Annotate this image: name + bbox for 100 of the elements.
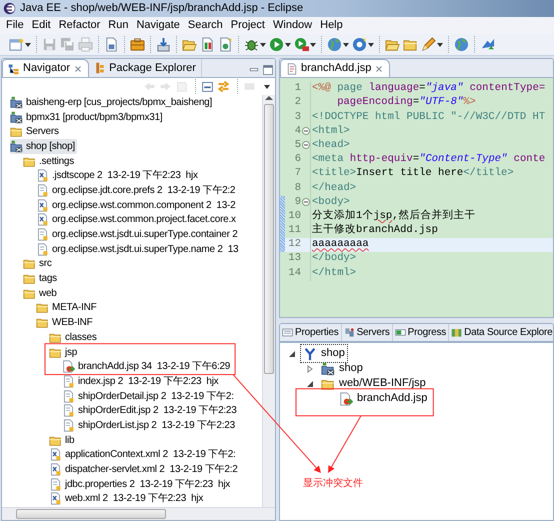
fold-icon[interactable] (302, 141, 310, 150)
fold-icon[interactable] (302, 198, 310, 206)
conflict-file-icon (62, 360, 75, 374)
window-title: Java EE - shop/web/WEB-INF/jsp/branchAdd.jsp - Eclipse (20, 1, 304, 16)
line-number: 14 (287, 266, 301, 281)
toolbar-button[interactable] (326, 36, 350, 53)
toolbar-button[interactable] (420, 36, 444, 53)
code-line: pageEncoding="UTF-8"%> (310, 96, 476, 110)
folder-icon (23, 257, 36, 270)
scroll-up-icon[interactable] (265, 95, 273, 101)
tree-item[interactable]: branchAdd.jsp 34 13-2-19 下午6:29 (62, 359, 232, 374)
menu-item[interactable]: Refactor (54, 18, 104, 33)
menu-item[interactable]: File (2, 18, 28, 33)
menu-item[interactable]: Run (104, 18, 132, 33)
xml-file-icon (36, 169, 49, 182)
menu-item[interactable]: Edit (28, 18, 55, 33)
tree-item[interactable]: shop [shop] (10, 139, 77, 154)
view-tab[interactable]: Data Source Explore (449, 324, 553, 341)
code-line: 分支添加1个jsp,然后合并到主干 (310, 210, 476, 224)
line-number: 10 (287, 208, 301, 224)
tree-item[interactable]: org.eclipse.wst.jsdt.ui.superType.container 2 (36, 227, 240, 242)
view-tab[interactable]: Package Explorer (89, 59, 202, 77)
tree-item[interactable]: tags (23, 271, 59, 286)
tree-item[interactable]: bpmx31 [product/bpm3/bpmx31] (10, 110, 164, 124)
back-icon (143, 80, 156, 93)
scrollbar-thumb[interactable] (264, 104, 274, 374)
file-icon (36, 242, 49, 256)
tree-item[interactable]: Servers (10, 124, 61, 140)
file-icon (49, 478, 62, 491)
arrow (328, 415, 362, 473)
tree-item[interactable]: org.eclipse.wst.common.component 2 13-2 (36, 198, 238, 212)
menu-item[interactable]: Help (316, 18, 347, 33)
menu-item[interactable]: Project (226, 18, 269, 33)
tree-item[interactable]: index.jsp 2 13-2-19 下午2:23 hjx (62, 374, 220, 389)
tree-item[interactable]: WEB-INF (36, 315, 94, 330)
package-icon (94, 62, 106, 74)
tree-item[interactable]: jdbc.properties 2 13-2-19 下午2:23 hjx (49, 476, 232, 492)
expand-icon[interactable] (306, 364, 314, 372)
menu-item[interactable]: Search (184, 18, 227, 33)
xml-file-icon (36, 198, 49, 212)
view-tab[interactable]: Progress (392, 324, 450, 341)
link-icon (217, 80, 230, 93)
menu-item[interactable]: Navigate (132, 18, 184, 33)
line-number: 8 (294, 180, 301, 196)
tree-item[interactable]: shipOrderEdit.jsp 2 13-2-19 下午2:23 (62, 403, 239, 418)
code-line: <body> (310, 196, 350, 210)
tree-item[interactable]: lib (49, 432, 76, 448)
line-number: 3 (294, 110, 301, 125)
tree-item[interactable]: classes (49, 330, 99, 345)
code-line: <head> (310, 138, 350, 153)
collapse-icon[interactable] (288, 350, 296, 358)
line-number: 4 (294, 124, 301, 139)
line-number: 1 (294, 81, 301, 96)
tree-item[interactable]: META-INF (36, 300, 98, 316)
scrollbar-thumb[interactable] (16, 509, 166, 519)
fold-icon[interactable] (302, 127, 310, 136)
xml-file-icon (49, 463, 62, 476)
tree-item[interactable]: .settings (23, 154, 76, 168)
project-icon (10, 110, 23, 124)
code-line: </html> (310, 266, 356, 281)
toolbar-button[interactable] (200, 79, 215, 94)
toolbar-button[interactable] (351, 36, 375, 53)
tree-item[interactable]: shop (300, 344, 348, 363)
tree-item[interactable]: jsp (49, 344, 80, 360)
maximize-button[interactable] (261, 63, 275, 77)
toolbar-button[interactable] (268, 36, 292, 53)
file-icon (62, 390, 75, 403)
xml-file-icon (49, 448, 62, 462)
collapse-icon[interactable] (306, 380, 314, 388)
view-tab[interactable]: Navigator (2, 59, 90, 77)
toolbar-button[interactable] (293, 36, 317, 53)
code-line: </head> (310, 181, 356, 196)
project-icon (321, 362, 335, 376)
editor-tab[interactable]: branchAdd.jsp (280, 59, 390, 77)
view-menu-button[interactable] (263, 84, 271, 90)
tree-item[interactable]: baisheng-erp [cus_projects/bpmx_baisheng] (10, 95, 214, 110)
line-number: 6 (294, 152, 301, 168)
close-icon[interactable] (73, 64, 84, 74)
tree-item[interactable]: org.eclipse.jdt.core.prefs 2 13-2-19 下午2:2 (36, 183, 238, 198)
branch-icon (303, 346, 317, 360)
line-number: 5 (294, 138, 301, 153)
progress-icon (394, 327, 406, 338)
view-tab[interactable]: Servers (342, 324, 393, 341)
toolbar-button[interactable] (8, 36, 32, 53)
tree-item[interactable]: dispatcher-servlet.xml 2 13-2-19 下午2:2 (49, 462, 240, 477)
menu-item[interactable]: Window (269, 18, 316, 33)
code-line: aaaaaaaaa (310, 238, 369, 252)
tree-item[interactable]: applicationContext.xml 2 13-2-19 下午2: (49, 448, 238, 462)
view-tab[interactable]: Properties (280, 324, 342, 341)
tree-item[interactable]: .jsdtscope 2 13-2-19 下午2:23 hjx (36, 168, 200, 184)
close-icon[interactable] (374, 64, 384, 74)
tree-item[interactable]: shipOrderList.jsp 2 13-2-19 下午2:23 (62, 418, 237, 433)
tree-item[interactable]: org.eclipse.wst.jsdt.ui.superType.name 2 13 (36, 242, 240, 257)
tree-item[interactable]: org.eclipse.wst.common.project.facet.core.x (36, 212, 238, 228)
project-icon (10, 140, 23, 153)
tree-item[interactable]: web.xml 2 13-2-19 下午2:23 hjx (49, 492, 206, 506)
tree-item[interactable]: shipOrderDetail.jsp 2 13-2-19 下午2: (62, 388, 236, 404)
tree-item[interactable]: web (23, 286, 59, 301)
tree-item[interactable]: src (23, 256, 54, 272)
file-icon (62, 404, 75, 418)
